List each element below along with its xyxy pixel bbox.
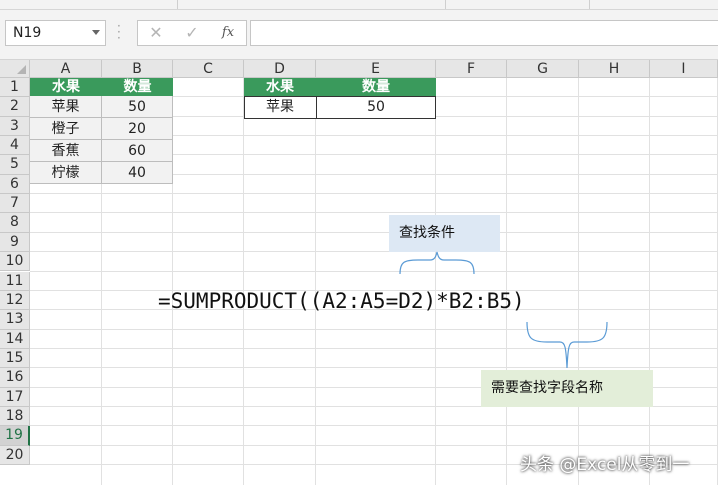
row-header-4[interactable]: 4 [0,136,30,156]
column-gridline [315,78,316,485]
column-header-d[interactable]: D [244,60,316,78]
column-header-g[interactable]: G [507,60,579,78]
column-gridline [649,78,650,485]
cancel-icon[interactable]: ✕ [144,24,168,42]
row-header-9[interactable]: 9 [0,232,30,253]
ribbon-separator [177,0,178,9]
source-cell-quantity[interactable]: 40 [102,162,173,184]
row-gridline [30,328,718,330]
row-header-2[interactable]: 2 [0,97,30,117]
confirm-icon[interactable]: ✓ [180,24,204,42]
row-header-5[interactable]: 5 [0,155,30,175]
row-header-18[interactable]: 18 [0,406,30,427]
column-gridline [506,78,507,485]
watermark: 头条 @Excel从零到一 [520,455,690,475]
row-header-8[interactable]: 8 [0,213,30,233]
row-header-11[interactable]: 11 [0,271,30,291]
column-gridline [578,78,579,485]
lookup-header-fruit[interactable]: 水果 [244,78,316,96]
row-header-16[interactable]: 16 [0,368,30,388]
lookup-table-divider [316,96,317,119]
source-cell-quantity[interactable]: 60 [102,140,173,162]
column-header-i[interactable]: I [650,60,718,78]
row-header-13[interactable]: 13 [0,310,30,330]
row-gridline [30,212,718,214]
lookup-condition-note: 查找条件 [389,215,500,252]
formula-bar: N19 · · · ✕ ✓ fx [0,10,718,60]
column-header-c[interactable]: C [173,60,244,78]
row-header-12[interactable]: 12 [0,290,30,311]
row-header-20[interactable]: 20 [0,445,30,465]
formula-input[interactable] [250,20,718,46]
brace-bottom-icon [526,321,608,369]
ribbon-strip [0,0,718,10]
column-gridline [435,78,436,485]
ribbon-separator [445,0,446,9]
column-header-e[interactable]: E [316,60,436,78]
select-all-triangle-icon [17,65,26,74]
source-header-fruit[interactable]: 水果 [30,78,102,96]
chevron-down-icon[interactable] [92,30,100,35]
formula-actions: ✕ ✓ fx [137,20,247,46]
row-gridline [30,425,718,427]
row-gridline [30,251,718,253]
row-gridline [30,367,718,369]
column-header-f[interactable]: F [436,60,507,78]
lookup-table-border [244,96,436,119]
row-gridline [30,444,718,446]
source-cell-quantity[interactable]: 20 [102,118,173,140]
lookup-header-quantity[interactable]: 数量 [316,78,436,96]
row-header-14[interactable]: 14 [0,329,30,349]
name-box[interactable]: N19 [5,20,106,46]
row-header-7[interactable]: 7 [0,194,30,214]
row-gridline [30,347,718,349]
row-header-6[interactable]: 6 [0,174,30,195]
row-header-15[interactable]: 15 [0,348,30,369]
select-all-corner[interactable] [0,60,30,78]
row-header-1[interactable]: 1 [0,78,30,98]
formula-annotation: =SUMPRODUCT((A2:A5=D2)*B2:B5) [158,289,525,313]
row-gridline [30,231,718,233]
source-cell-quantity[interactable]: 50 [102,96,173,118]
row-header-17[interactable]: 17 [0,387,30,407]
source-cell-fruit[interactable]: 柠檬 [30,162,102,184]
name-box-value: N19 [13,25,42,41]
column-header-h[interactable]: H [579,60,650,78]
ribbon-separator [589,0,590,9]
brace-top-icon [399,251,475,275]
column-header-b[interactable]: B [102,60,173,78]
more-options-icon[interactable]: · · · [117,20,121,44]
column-gridline [243,78,244,485]
source-cell-fruit[interactable]: 香蕉 [30,140,102,162]
source-cell-fruit[interactable]: 橙子 [30,118,102,140]
source-header-quantity[interactable]: 数量 [102,78,173,96]
row-header-10[interactable]: 10 [0,252,30,272]
source-cell-fruit[interactable]: 苹果 [30,96,102,118]
column-header-a[interactable]: A [30,60,102,78]
insert-function-icon[interactable]: fx [216,24,240,42]
row-gridline [30,270,718,272]
row-header-3[interactable]: 3 [0,116,30,137]
field-name-note: 需要查找字段名称 [481,370,653,407]
row-gridline [30,193,718,195]
worksheet-grid[interactable]: ABCDEFGHI 1 2 3 4 5 6 7 8 9 10 11 12 13 14 15 16 17 18 19 2… [0,60,718,485]
row-header-19[interactable]: 19 [0,426,30,446]
